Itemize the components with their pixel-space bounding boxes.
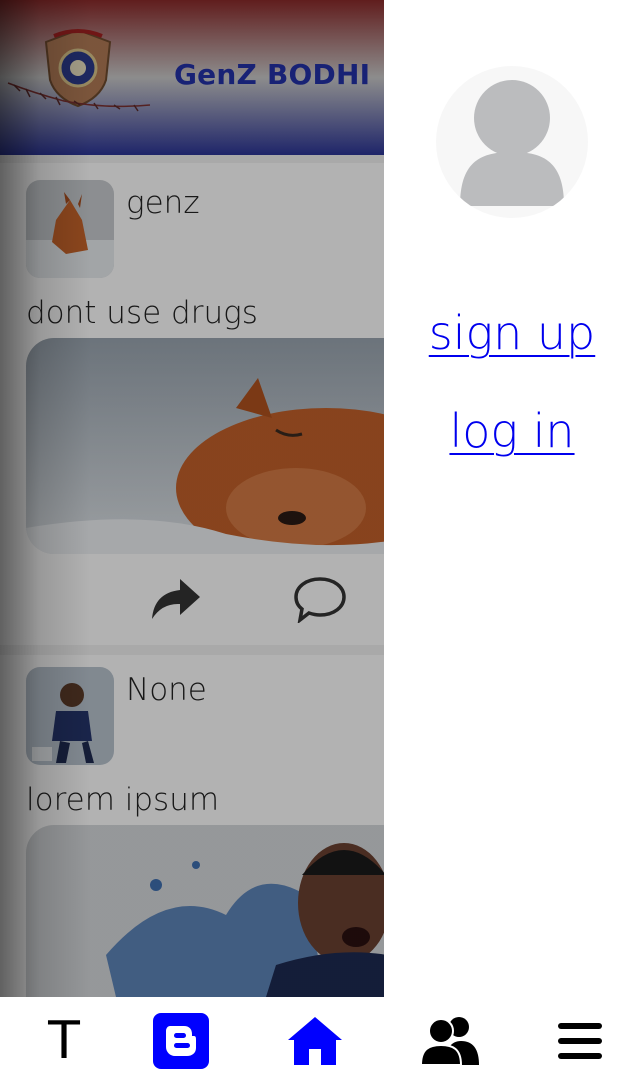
- nav-blog-button[interactable]: [117, 997, 245, 1084]
- app-header: GenZ BODHI: [0, 0, 384, 155]
- users-icon: [419, 1016, 479, 1066]
- log-in-link[interactable]: log in: [384, 404, 640, 458]
- post-caption: lorem ipsum: [26, 782, 220, 818]
- user-avatar[interactable]: [26, 667, 114, 765]
- feed: GenZ BODHI genz dont use drugs None lore…: [0, 0, 384, 997]
- post-card: genz dont use drugs: [0, 163, 384, 645]
- menu-icon: [558, 1022, 602, 1059]
- text-icon: T: [48, 1010, 80, 1071]
- nav-text-button[interactable]: T: [0, 997, 128, 1084]
- post-image[interactable]: [26, 825, 384, 997]
- profile-avatar[interactable]: [436, 66, 588, 218]
- share-icon[interactable]: [150, 575, 202, 623]
- post-username[interactable]: genz: [126, 185, 200, 221]
- user-icon: [460, 80, 564, 206]
- nav-users-button[interactable]: [386, 997, 514, 1084]
- user-avatar[interactable]: [26, 180, 114, 278]
- post-card: None lorem ipsum: [0, 655, 384, 997]
- app-brand-title: GenZ BODHI: [174, 58, 371, 91]
- blogger-icon: [153, 1012, 209, 1069]
- home-icon: [288, 1016, 342, 1065]
- post-caption: dont use drugs: [26, 295, 258, 331]
- post-image[interactable]: [26, 338, 384, 554]
- nav-menu-button[interactable]: [516, 997, 640, 1084]
- comment-icon[interactable]: [294, 575, 346, 623]
- bottom-navigation: T: [0, 997, 640, 1084]
- sign-up-link[interactable]: sign up: [384, 306, 640, 360]
- nav-home-button[interactable]: [251, 997, 379, 1084]
- motto-script: [7, 82, 151, 112]
- post-username[interactable]: None: [126, 672, 207, 708]
- side-drawer: sign up log in: [384, 0, 640, 997]
